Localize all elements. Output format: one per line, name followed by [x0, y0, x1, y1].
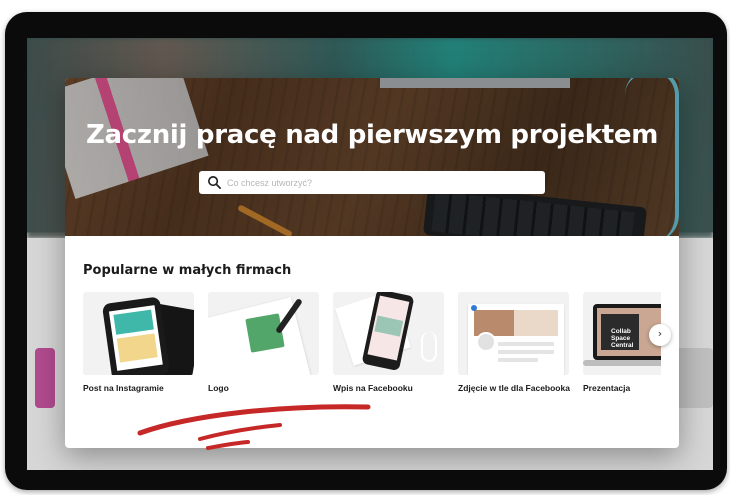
card-thumbnail[interactable]: [333, 292, 444, 375]
card-facebook-post[interactable]: Wpis na Facebooku: [333, 292, 444, 393]
search-bar[interactable]: [199, 171, 545, 194]
hero-title: Zacznij pracę nad pierwszym projektem: [85, 120, 658, 150]
facebook-dot-icon: [471, 305, 477, 311]
search-input[interactable]: [225, 173, 539, 193]
card-label[interactable]: Logo: [208, 383, 229, 393]
card-instagram-post[interactable]: Post na Instagramie: [83, 292, 194, 393]
search-icon[interactable]: [207, 175, 222, 190]
create-design-modal: Zacznij pracę nad pierwszym projektem Po…: [65, 78, 679, 448]
red-scribble-annotation: [137, 404, 371, 450]
popular-designs-carousel: Post na Instagramie Logo Wpis na Faceboo…: [83, 292, 661, 402]
card-label[interactable]: Prezentacja: [583, 383, 630, 393]
card-thumbnail[interactable]: [83, 292, 194, 375]
card-label[interactable]: Wpis na Facebooku: [333, 383, 413, 393]
card-thumbnail[interactable]: [208, 292, 319, 375]
card-label[interactable]: Post na Instagramie: [83, 383, 164, 393]
section-title: Popularne w małych firmach: [83, 263, 292, 278]
card-logo[interactable]: Logo: [208, 292, 319, 393]
carousel-next-button[interactable]: ›: [649, 324, 671, 346]
chevron-right-icon[interactable]: ›: [649, 327, 671, 340]
presentation-slide-text: Collab Space Central: [611, 328, 634, 349]
card-thumbnail[interactable]: [458, 292, 569, 375]
card-facebook-cover[interactable]: Zdjęcie w tle dla Facebooka: [458, 292, 570, 393]
card-label[interactable]: Zdjęcie w tle dla Facebooka: [458, 383, 570, 393]
hero-banner: Zacznij pracę nad pierwszym projektem: [65, 78, 679, 236]
